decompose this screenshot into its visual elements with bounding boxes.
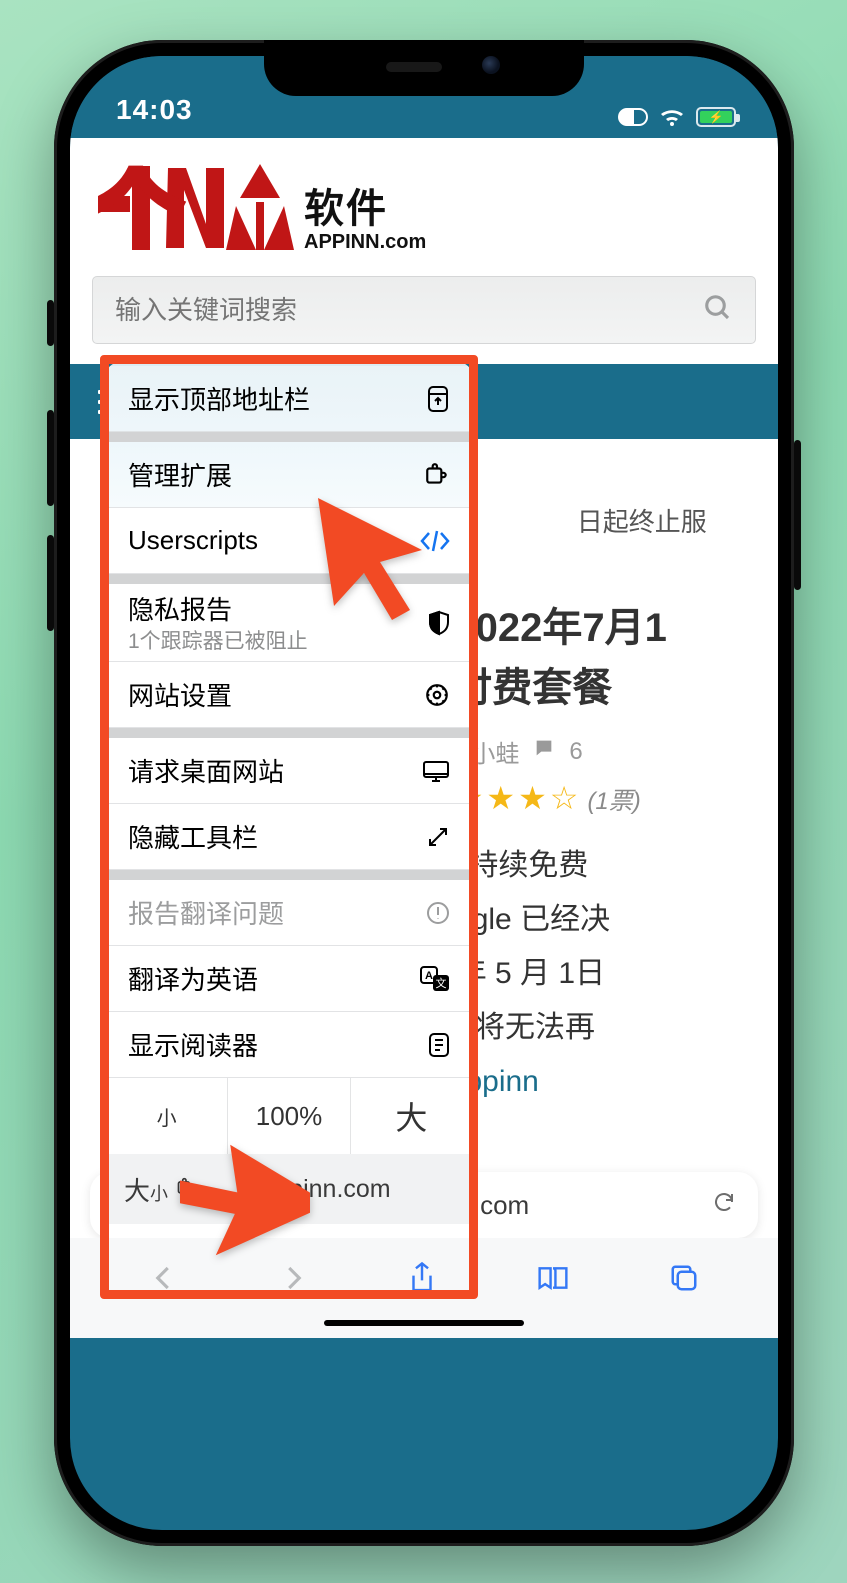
notch: [264, 40, 584, 96]
comments-count[interactable]: 6: [569, 738, 582, 766]
tabs-icon[interactable]: [669, 1263, 699, 1298]
logo-cn: 软件: [304, 189, 426, 229]
logo-text: 软件 APPINN.com: [304, 189, 426, 254]
star-icon: ★: [486, 779, 515, 817]
logo-mark-icon: [98, 162, 298, 254]
pointer-arrow-icon: [310, 490, 430, 620]
vote-count: (1票): [587, 781, 640, 816]
home-indicator: [324, 1320, 524, 1326]
site-logo[interactable]: 软件 APPINN.com: [70, 138, 778, 272]
star-icon: ★: [518, 779, 547, 817]
side-button: [47, 410, 54, 506]
search-icon[interactable]: [703, 293, 733, 328]
side-button: [794, 440, 801, 590]
wifi-icon: [658, 106, 686, 128]
status-time: 14:03: [116, 94, 193, 130]
title-frag: 2022年7月1: [453, 606, 666, 650]
reload-icon[interactable]: [712, 1190, 736, 1221]
bookmarks-icon[interactable]: [536, 1263, 570, 1298]
search-box[interactable]: [92, 276, 756, 344]
side-button: [47, 535, 54, 631]
status-indicators: ⚡: [618, 106, 736, 130]
dual-sim-icon: [618, 108, 648, 126]
search-input[interactable]: [115, 295, 703, 326]
comments-icon[interactable]: [533, 737, 555, 766]
pointer-arrow-icon: [180, 1138, 310, 1278]
star-outline-icon: ☆: [550, 779, 579, 817]
side-button: [47, 300, 54, 346]
logo-en: APPINN.com: [304, 231, 426, 254]
battery-icon: ⚡: [696, 107, 736, 127]
